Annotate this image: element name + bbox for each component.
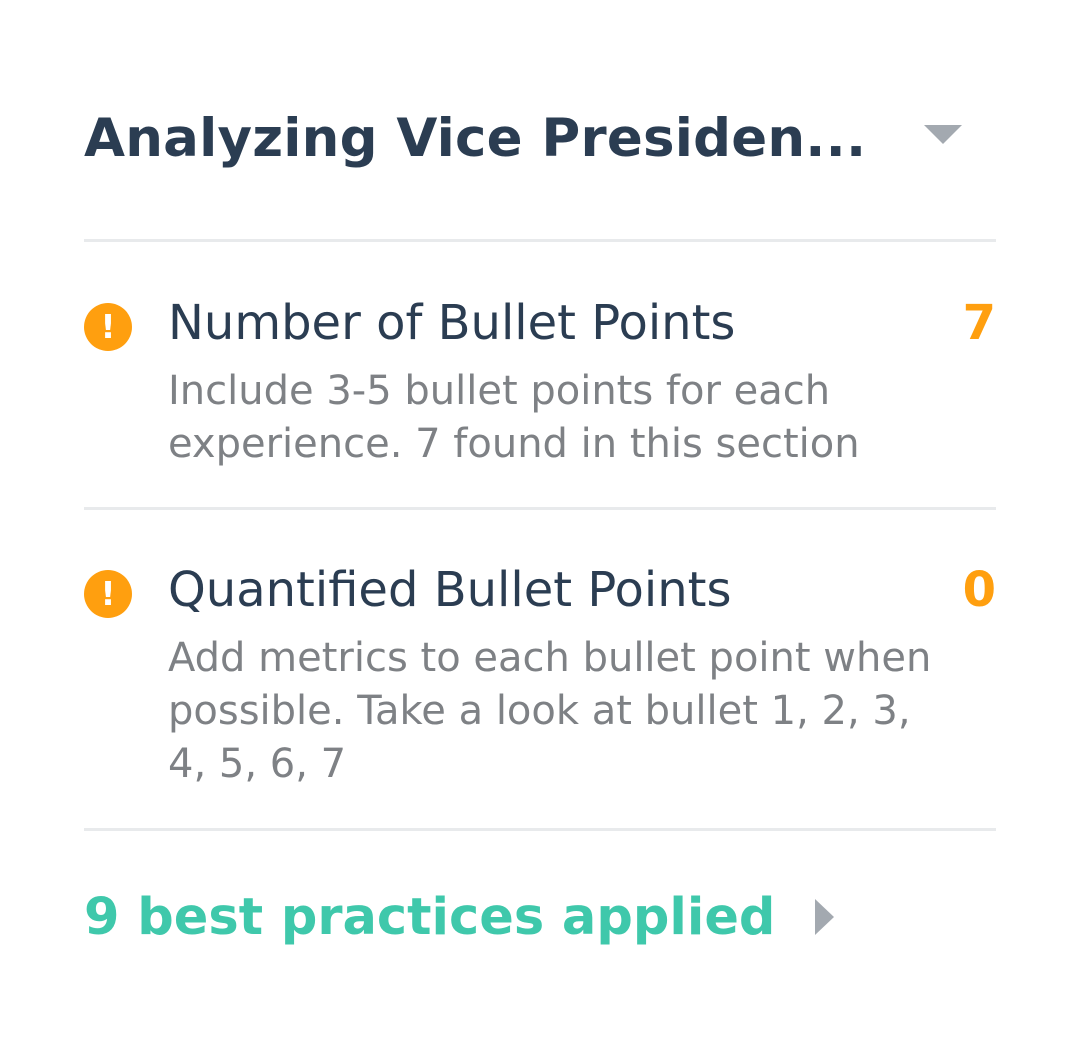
check-description: Add metrics to each bullet point when po… [168,635,932,787]
best-practices-link[interactable]: 9 best practices applied [84,882,835,952]
warning-icon: ! [84,303,132,351]
divider [84,828,996,831]
section-title[interactable]: Analyzing Vice Presiden... [84,108,866,169]
divider [84,239,996,242]
best-practices-label[interactable]: 9 best practices applied [84,888,775,947]
divider [84,507,996,510]
check-count: 0 [962,562,996,618]
check-title: Quantified Bullet Points [168,562,732,618]
check-title: Number of Bullet Points [168,295,736,351]
check-count: 7 [962,295,996,351]
warning-icon: ! [84,570,132,618]
chevron-right-icon[interactable] [815,899,835,935]
section-selector[interactable]: Analyzing Vice Presiden... [84,98,996,178]
chevron-down-icon[interactable] [924,124,963,144]
check-description: Include 3-5 bullet points for each exper… [168,368,860,467]
analysis-panel: Analyzing Vice Presiden... ! Number of B… [0,0,1080,1054]
